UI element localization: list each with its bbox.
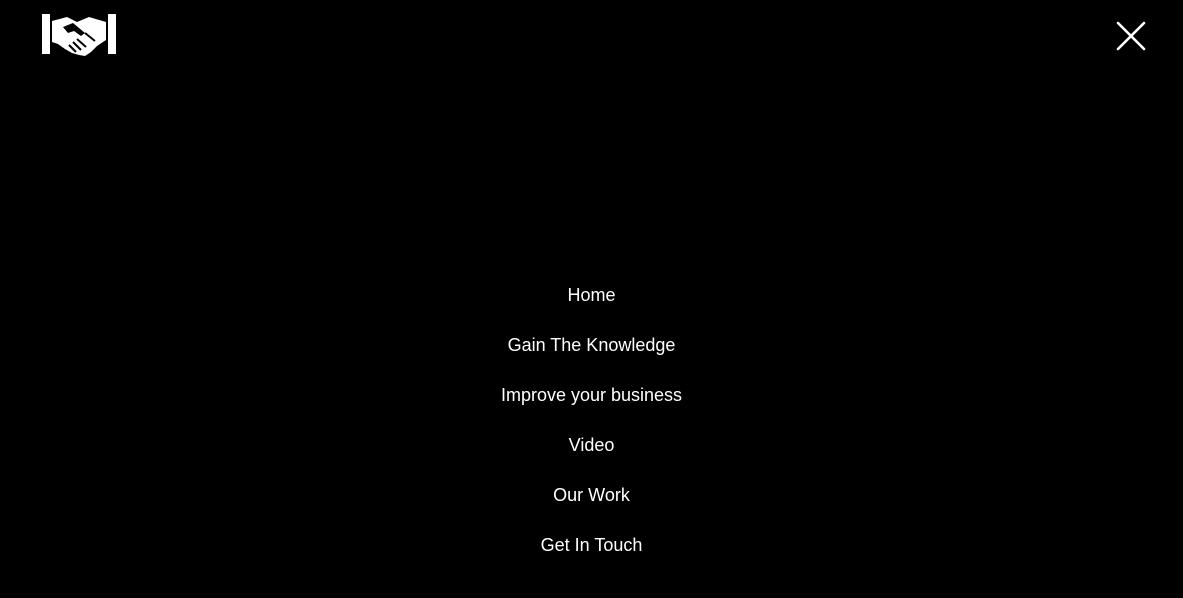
menu-link-get-in-touch[interactable]: Get In Touch bbox=[541, 534, 643, 556]
handshake-icon bbox=[42, 14, 116, 56]
menu-item-improve-your-business: Improve your business bbox=[0, 370, 1183, 420]
close-menu-button[interactable] bbox=[1114, 19, 1148, 53]
menu-link-improve-your-business[interactable]: Improve your business bbox=[501, 384, 682, 406]
menu-item-video: Video bbox=[0, 420, 1183, 470]
menu-link-home[interactable]: Home bbox=[567, 284, 615, 306]
nav-menu: Home Gain The Knowledge Improve your bus… bbox=[0, 270, 1183, 570]
menu-item-home: Home bbox=[0, 270, 1183, 320]
menu-link-our-work[interactable]: Our Work bbox=[553, 484, 630, 506]
menu-item-our-work: Our Work bbox=[0, 470, 1183, 520]
logo-link[interactable] bbox=[41, 13, 117, 57]
close-icon bbox=[1116, 21, 1146, 51]
menu-link-gain-the-knowledge[interactable]: Gain The Knowledge bbox=[508, 334, 676, 356]
menu-item-get-in-touch: Get In Touch bbox=[0, 520, 1183, 570]
menu-item-gain-the-knowledge: Gain The Knowledge bbox=[0, 320, 1183, 370]
mobile-menu-overlay: Home Gain The Knowledge Improve your bus… bbox=[0, 0, 1183, 598]
menu-link-video[interactable]: Video bbox=[569, 434, 615, 456]
